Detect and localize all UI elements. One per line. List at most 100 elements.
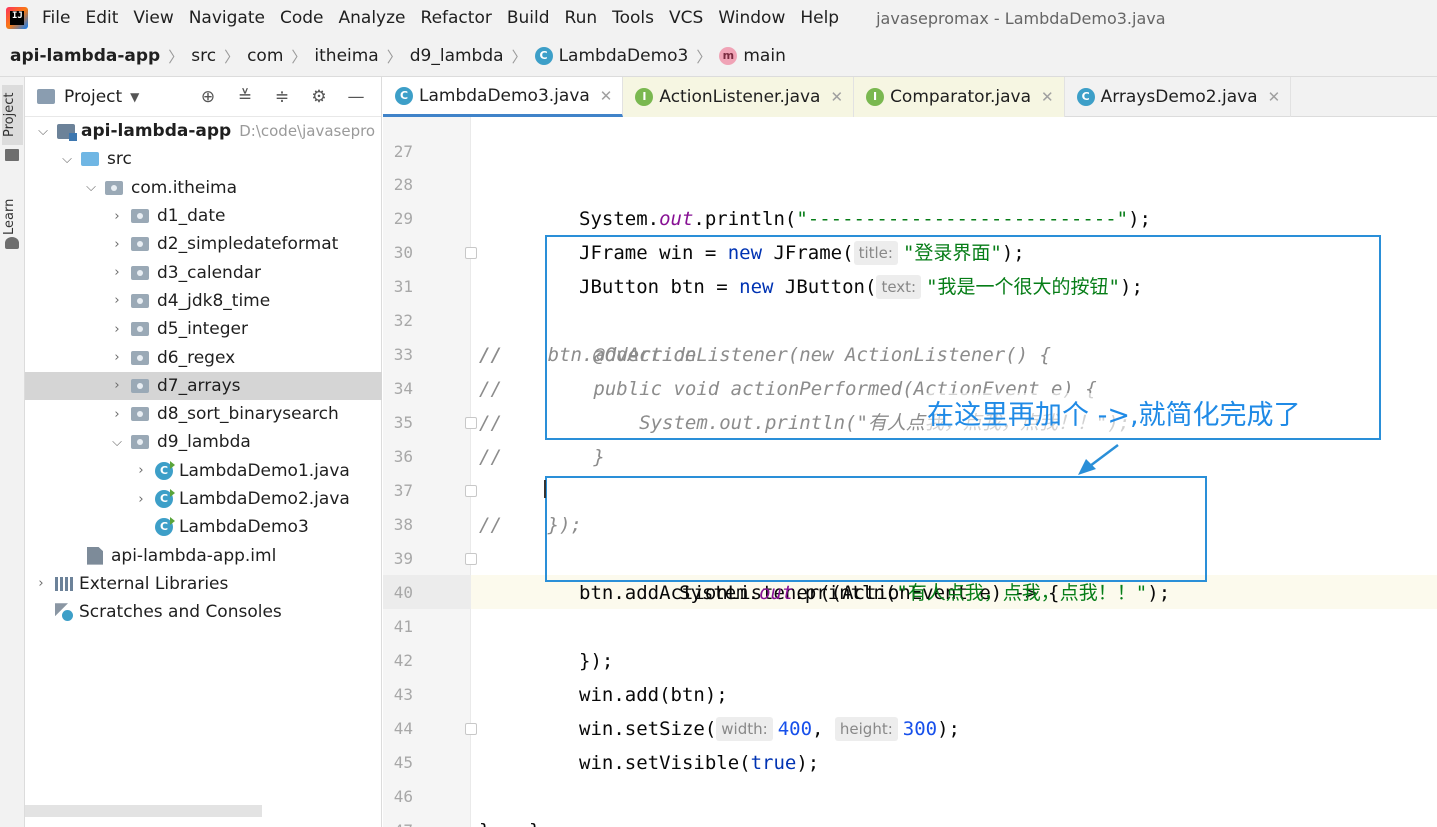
interface-icon: I — [866, 88, 885, 106]
chevron-right-icon[interactable]: › — [109, 265, 125, 280]
tab-arraysdemo2[interactable]: C ArraysDemo2.java ✕ — [1065, 77, 1292, 117]
tab-actionlistener[interactable]: I ActionListener.java ✕ — [623, 77, 855, 117]
chevron-down-icon[interactable]: ⌵ — [59, 152, 75, 167]
breadcrumb-src[interactable]: src — [191, 46, 216, 66]
breadcrumb-class[interactable]: LambdaDemo3 — [559, 46, 689, 66]
gear-icon[interactable]: ⚙ — [307, 87, 331, 107]
fold-marker-icon[interactable] — [465, 723, 477, 735]
java-class-icon: C — [155, 489, 175, 508]
chevron-right-icon: 〉 — [696, 47, 712, 66]
chevron-right-icon[interactable]: › — [33, 576, 49, 591]
tree-item-label: src — [107, 149, 132, 170]
tab-comparator[interactable]: I Comparator.java ✕ — [854, 77, 1065, 117]
horizontal-scrollbar[interactable] — [25, 805, 262, 817]
breadcrumb: api-lambda-app 〉 src 〉 com 〉 itheima 〉 d… — [0, 36, 1437, 77]
project-tree: ⌵ api-lambda-app D:\code\javasepro ⌵ src… — [25, 117, 382, 626]
java-class-icon: C — [155, 517, 175, 537]
tree-item-label: d4_jdk8_time — [157, 290, 271, 311]
tree-item-project-root[interactable]: ⌵ api-lambda-app D:\code\javasepro — [25, 117, 382, 145]
chevron-down-icon[interactable]: ⌵ — [35, 124, 51, 139]
tree-item-src[interactable]: ⌵ src — [25, 145, 382, 173]
chevron-right-icon[interactable]: › — [109, 350, 125, 365]
tree-item-d6-regex[interactable]: › d6_regex — [25, 343, 382, 371]
breadcrumb-itheima[interactable]: itheima — [314, 46, 378, 66]
breadcrumb-project[interactable]: api-lambda-app — [10, 46, 160, 66]
tree-item-lambdademo2[interactable]: › C LambdaDemo2.java — [25, 485, 382, 513]
chevron-right-icon[interactable]: › — [109, 293, 125, 308]
menu-run[interactable]: Run — [565, 8, 598, 28]
menu-bar: IJ File Edit View Navigate Code Analyze … — [0, 0, 1437, 36]
fold-marker-icon[interactable] — [465, 485, 477, 497]
tree-item-lambdademo3[interactable]: › C LambdaDemo3 — [25, 513, 382, 541]
chevron-down-icon[interactable]: ⌵ — [109, 435, 125, 450]
graduation-cap-icon — [5, 237, 19, 249]
fold-marker-icon[interactable] — [465, 553, 477, 565]
tab-label: ArraysDemo2.java — [1100, 87, 1258, 107]
tree-item-d5-integer[interactable]: › d5_integer — [25, 315, 382, 343]
menu-help[interactable]: Help — [800, 8, 839, 28]
tree-item-label: api-lambda-app — [81, 121, 232, 142]
locate-icon[interactable]: ⊕ — [196, 87, 220, 107]
project-view-selector[interactable]: Project — [64, 87, 122, 107]
breadcrumb-com[interactable]: com — [247, 46, 283, 66]
tree-item-com-itheima[interactable]: ⌵ com.itheima — [25, 174, 382, 202]
menu-view[interactable]: View — [133, 8, 173, 28]
library-icon — [55, 576, 73, 591]
menu-vcs[interactable]: VCS — [669, 8, 703, 28]
tree-item-external-libraries[interactable]: › External Libraries — [25, 570, 382, 598]
expand-all-icon[interactable]: ≚ — [233, 87, 257, 107]
tree-item-d3-calendar[interactable]: › d3_calendar — [25, 258, 382, 286]
chevron-right-icon[interactable]: › — [109, 322, 125, 337]
code-line: 46 } — [383, 746, 1437, 827]
java-class-icon: C — [395, 86, 413, 105]
fold-marker-icon[interactable] — [465, 417, 477, 429]
code-editor[interactable]: 27 28 System.out.println("--------------… — [383, 117, 1437, 827]
menu-code[interactable]: Code — [280, 8, 324, 28]
close-icon[interactable]: ✕ — [830, 88, 843, 106]
tab-lambdademo3[interactable]: C LambdaDemo3.java ✕ — [383, 77, 624, 117]
chevron-right-icon[interactable]: › — [109, 209, 125, 224]
tree-item-d8-sort-binarysearch[interactable]: › d8_sort_binarysearch — [25, 400, 382, 428]
chevron-down-icon[interactable]: ▼ — [130, 90, 139, 104]
chevron-right-icon[interactable]: › — [109, 407, 125, 422]
menu-file[interactable]: File — [42, 8, 70, 28]
tree-item-d9-lambda[interactable]: ⌵ d9_lambda — [25, 428, 382, 456]
chevron-right-icon[interactable]: › — [133, 463, 149, 478]
breadcrumb-method[interactable]: main — [743, 46, 785, 66]
menu-tools[interactable]: Tools — [612, 8, 654, 28]
chevron-right-icon[interactable]: › — [109, 237, 125, 252]
menu-build[interactable]: Build — [507, 8, 550, 28]
menu-window[interactable]: Window — [718, 8, 785, 28]
tree-item-d4-jdk8-time[interactable]: › d4_jdk8_time — [25, 287, 382, 315]
line-number: 47 — [383, 814, 413, 827]
collapse-all-icon[interactable]: ≑ — [270, 87, 294, 107]
menu-refactor[interactable]: Refactor — [421, 8, 492, 28]
close-icon[interactable]: ✕ — [1268, 88, 1281, 106]
tree-item-iml-file[interactable]: › api-lambda-app.iml — [25, 541, 382, 569]
tree-item-d1-date[interactable]: › d1_date — [25, 202, 382, 230]
close-icon[interactable]: ✕ — [600, 87, 613, 105]
minimize-icon[interactable]: — — [344, 87, 368, 107]
tree-item-label: LambdaDemo1.java — [179, 460, 350, 481]
scratches-icon — [55, 603, 73, 622]
chevron-right-icon[interactable]: › — [133, 492, 149, 507]
chevron-down-icon[interactable]: ⌵ — [83, 180, 99, 195]
tree-item-scratches[interactable]: › Scratches and Consoles — [25, 598, 382, 626]
menu-edit[interactable]: Edit — [85, 8, 118, 28]
menu-navigate[interactable]: Navigate — [189, 8, 265, 28]
chevron-right-icon[interactable]: › — [109, 378, 125, 393]
code-line: 43 win.setSize(width: 400, height: 300); — [383, 644, 1437, 741]
breadcrumb-d9-lambda[interactable]: d9_lambda — [410, 46, 504, 66]
module-file-icon — [87, 546, 103, 565]
close-icon[interactable]: ✕ — [1041, 88, 1054, 106]
fold-marker-icon[interactable] — [465, 247, 477, 259]
java-class-icon: C — [1076, 88, 1095, 106]
tree-item-label: d5_integer — [157, 319, 248, 340]
tree-item-lambdademo1[interactable]: › C LambdaDemo1.java — [25, 457, 382, 485]
tree-item-d2-simpledateformat[interactable]: › d2_simpledateformat — [25, 230, 382, 258]
package-icon — [131, 378, 149, 393]
tree-item-d7-arrays[interactable]: › d7_arrays — [25, 371, 382, 400]
menu-analyze[interactable]: Analyze — [339, 8, 406, 28]
package-icon — [105, 180, 123, 195]
project-tool-button[interactable]: Project — [2, 85, 23, 145]
